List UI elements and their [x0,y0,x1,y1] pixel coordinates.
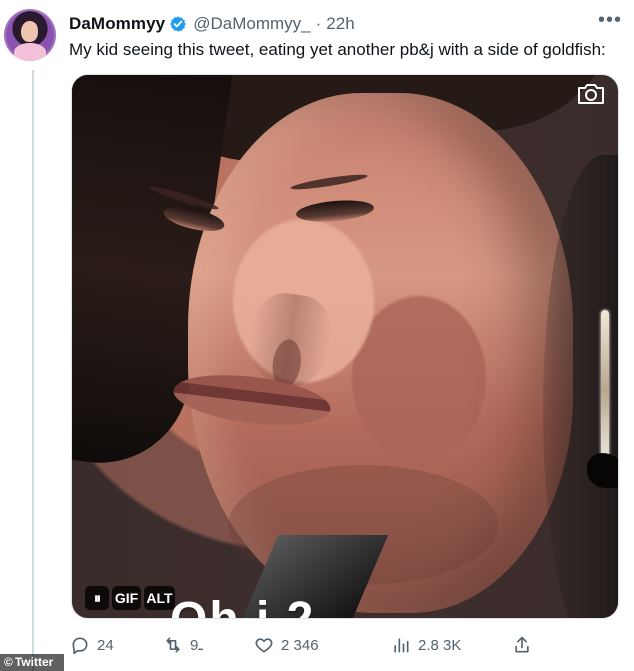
reply-count: 24 [97,636,114,654]
more-horizontal-icon[interactable]: ••• [598,10,621,33]
share-button[interactable] [512,632,532,658]
share-icon [515,636,529,653]
tweet-actions: 24 ـ9 2 346 2.8 3K [70,632,618,658]
retweet-button[interactable]: ـ9 [163,632,203,658]
retweet-count: ـ9 [190,637,203,654]
like-count: 2 346 [281,636,319,654]
like-button[interactable]: 2 346 [254,632,319,658]
gif-caption: Oh i 2 [170,596,315,619]
gif-earring-base [587,453,618,488]
separator-dot: · [315,14,322,33]
reply-button[interactable]: 24 [70,632,114,658]
twitter-watermark: © Twitter [0,654,64,671]
copyright-icon: © [4,655,13,669]
handle[interactable]: @DaMommyy_ [193,14,310,34]
analytics-icon [394,638,409,653]
views-count: 2.8 3K [418,636,462,654]
gif-media[interactable]: ⏸ GIF ALT Oh i 2 [71,74,619,619]
camera-icon[interactable] [576,82,606,106]
thread-line [32,70,34,671]
gif-earring [601,310,609,470]
tweet-time[interactable]: 22h [326,14,354,34]
heart-icon [255,638,273,653]
verified-badge-icon [170,16,187,32]
avatar[interactable] [4,9,56,61]
retweet-icon [166,637,180,653]
tweet-text: My kid seeing this tweet, eating yet ano… [69,40,606,59]
gif-badge: GIF [112,586,141,610]
pause-button[interactable]: ⏸ [85,586,109,610]
tweet-header: DaMommyy @DaMommyy_ · 22h [69,12,355,36]
gif-controls: ⏸ GIF ALT [85,585,175,611]
avatar-face [21,21,38,42]
avatar-shoulders [14,43,46,61]
views-button[interactable]: 2.8 3K [391,632,461,658]
display-name[interactable]: DaMommyy [69,14,165,34]
reply-icon [72,637,88,655]
watermark-label: Twitter [14,655,54,669]
